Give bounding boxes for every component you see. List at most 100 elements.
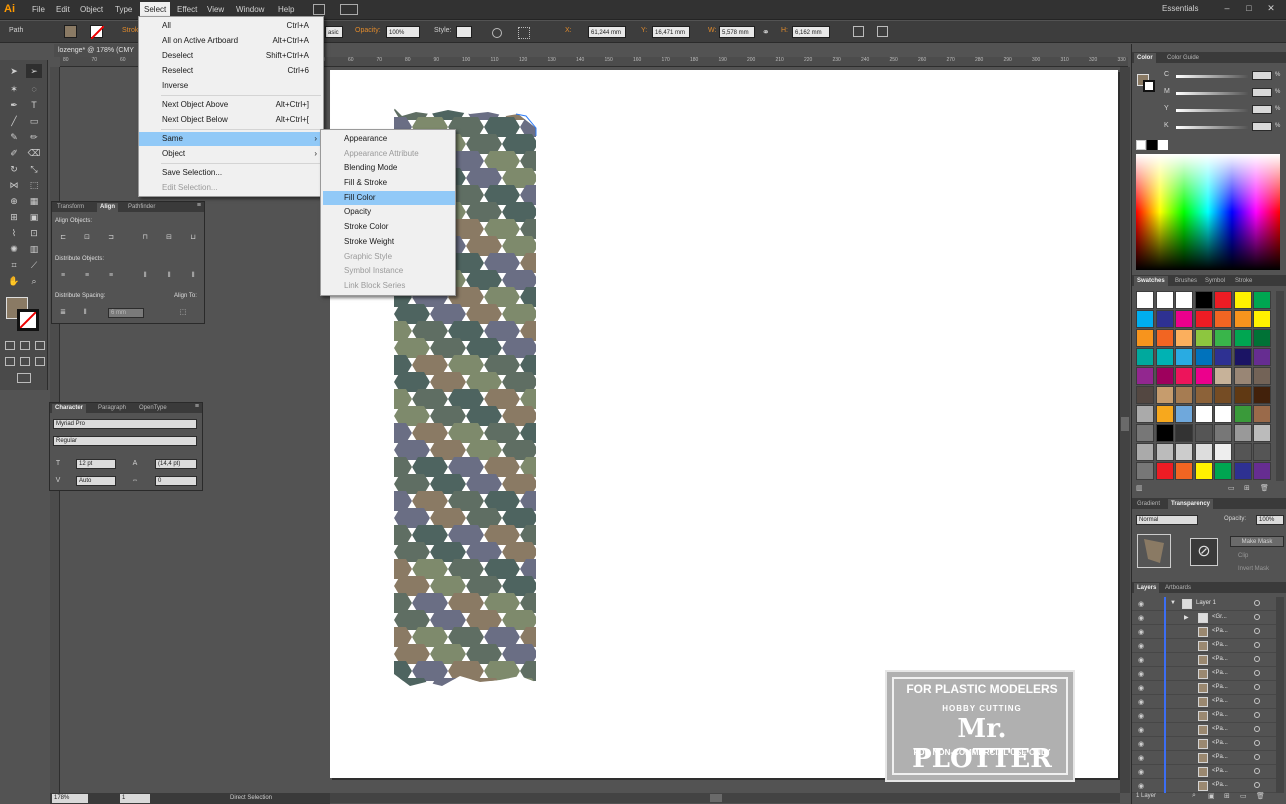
- camo-cell[interactable]: [520, 695, 556, 715]
- camo-cell[interactable]: [538, 202, 574, 222]
- camo-cell[interactable]: [556, 219, 592, 239]
- column-graph-tool-icon[interactable]: ▥: [26, 242, 42, 256]
- horizontal-align-right-icon[interactable]: ⊐: [106, 233, 116, 243]
- swatch[interactable]: [1233, 386, 1252, 404]
- camo-cell[interactable]: [358, 644, 394, 664]
- camo-cell[interactable]: [376, 695, 412, 715]
- leading-field[interactable]: (14,4 pt): [155, 459, 197, 469]
- swatch[interactable]: [1214, 329, 1232, 347]
- camo-cell[interactable]: [448, 695, 484, 715]
- swatch[interactable]: [1194, 367, 1213, 385]
- channel-k-field[interactable]: [1252, 122, 1272, 131]
- symbol-sprayer-tool-icon[interactable]: ✺: [6, 242, 22, 256]
- submenu-item-appearance[interactable]: Appearance: [321, 132, 455, 146]
- camo-cell[interactable]: [538, 644, 574, 664]
- vertical-scrollbar[interactable]: [1120, 67, 1130, 793]
- none-swatch-icon[interactable]: [1136, 140, 1146, 150]
- draw-normal-icon[interactable]: [5, 357, 15, 366]
- camo-cell[interactable]: [358, 406, 394, 426]
- path-row[interactable]: ◉ <Pa...: [1132, 751, 1276, 765]
- camo-cell[interactable]: [556, 185, 592, 205]
- opacity-label[interactable]: Opacity:: [355, 27, 381, 34]
- swatch[interactable]: [1233, 348, 1252, 366]
- color-spectrum[interactable]: [1136, 154, 1280, 270]
- camo-cell[interactable]: [538, 372, 574, 392]
- vertical-align-top-icon[interactable]: ⊓: [140, 233, 150, 243]
- camo-cell[interactable]: [484, 695, 520, 715]
- swatch[interactable]: [1194, 329, 1213, 347]
- target-circle-icon[interactable]: [1254, 642, 1260, 648]
- camo-cell[interactable]: [502, 678, 538, 698]
- arrange-documents-icon[interactable]: [340, 4, 358, 15]
- new-swatch-icon[interactable]: ⊞: [1244, 484, 1250, 492]
- menu-object[interactable]: Object: [76, 2, 107, 18]
- path-row[interactable]: ◉ <Pa...: [1132, 779, 1276, 793]
- swatch[interactable]: [1253, 443, 1271, 461]
- target-circle-icon[interactable]: [1254, 698, 1260, 704]
- font-size-field[interactable]: 12 pt: [76, 459, 116, 469]
- perspective-grid-tool-icon[interactable]: ▦: [26, 194, 42, 208]
- horizontal-distribute-center-icon[interactable]: ⦀: [164, 271, 174, 281]
- camo-cell[interactable]: [358, 610, 394, 630]
- target-circle-icon[interactable]: [1254, 768, 1260, 774]
- transparency-opacity-field[interactable]: 100%: [1256, 515, 1284, 525]
- path-row[interactable]: ◉ <Pa...: [1132, 653, 1276, 667]
- swatch[interactable]: [1155, 462, 1174, 480]
- close-icon[interactable]: ✕: [1262, 1, 1280, 15]
- swatch[interactable]: [1194, 462, 1213, 480]
- vertical-distribute-space-icon[interactable]: ≣: [58, 308, 68, 318]
- camo-cell[interactable]: [538, 270, 574, 290]
- font-style-field[interactable]: Regular: [53, 436, 197, 446]
- tab-symbols[interactable]: Symbol: [1202, 276, 1228, 286]
- swatch[interactable]: [1155, 310, 1174, 328]
- swatch[interactable]: [1175, 310, 1193, 328]
- eyedropper-tool-icon[interactable]: ⌇: [6, 226, 22, 240]
- swatch[interactable]: [1214, 291, 1232, 309]
- tab-transparency[interactable]: Transparency: [1168, 499, 1214, 509]
- horizontal-scrollbar[interactable]: [330, 793, 1120, 803]
- target-circle-icon[interactable]: [1254, 684, 1260, 690]
- visibility-eye-icon[interactable]: ◉: [1138, 600, 1144, 608]
- channel-k-slider[interactable]: [1176, 126, 1248, 129]
- camo-cell[interactable]: [358, 678, 394, 698]
- swatch[interactable]: [1136, 462, 1154, 480]
- clip-checkbox[interactable]: Clip: [1238, 553, 1248, 559]
- font-family-field[interactable]: Myriad Pro: [53, 419, 197, 429]
- swatch[interactable]: [1155, 424, 1174, 442]
- minimize-icon[interactable]: –: [1218, 1, 1236, 15]
- swatch[interactable]: [1214, 348, 1232, 366]
- vertical-distribute-center-icon[interactable]: ≡: [82, 271, 92, 281]
- swatch[interactable]: [1155, 386, 1174, 404]
- isolate-icon[interactable]: [877, 26, 888, 37]
- camo-cell[interactable]: [430, 678, 466, 698]
- swatch[interactable]: [1233, 424, 1252, 442]
- tracking-field[interactable]: 0: [155, 476, 197, 486]
- swatch[interactable]: [1253, 329, 1271, 347]
- swatch[interactable]: [1155, 329, 1174, 347]
- camo-cell[interactable]: [556, 117, 592, 137]
- tab-brushes[interactable]: Brushes: [1172, 276, 1200, 286]
- visibility-eye-icon[interactable]: ◉: [1138, 740, 1144, 748]
- submenu-item-stroke-weight[interactable]: Stroke Weight: [321, 235, 455, 249]
- layer-row-top[interactable]: ◉ ▼ Layer 1: [1132, 597, 1276, 611]
- camo-cell[interactable]: [538, 610, 574, 630]
- width-tool-icon[interactable]: ⋈: [6, 178, 22, 192]
- swatch[interactable]: [1175, 443, 1193, 461]
- camo-cell[interactable]: [556, 491, 592, 511]
- tab-align[interactable]: Align: [97, 203, 118, 212]
- swatch[interactable]: [1233, 367, 1252, 385]
- horizontal-distribute-right-icon[interactable]: ⦀: [188, 271, 198, 281]
- constrain-proportions-icon[interactable]: ⚭: [762, 27, 770, 38]
- swatch[interactable]: [1155, 443, 1174, 461]
- stroke-color-box[interactable]: [17, 309, 39, 331]
- swatch[interactable]: [1253, 348, 1271, 366]
- swatch[interactable]: [1233, 291, 1252, 309]
- swatch[interactable]: [1214, 386, 1232, 404]
- paintbrush-tool-icon[interactable]: ✎: [6, 130, 22, 144]
- visibility-eye-icon[interactable]: ◉: [1138, 698, 1144, 706]
- blend-mode-select[interactable]: Normal: [1136, 515, 1198, 525]
- target-circle-icon[interactable]: [1254, 782, 1260, 788]
- maximize-icon[interactable]: □: [1240, 1, 1258, 15]
- reference-point-icon[interactable]: [518, 27, 530, 39]
- swatch[interactable]: [1253, 310, 1271, 328]
